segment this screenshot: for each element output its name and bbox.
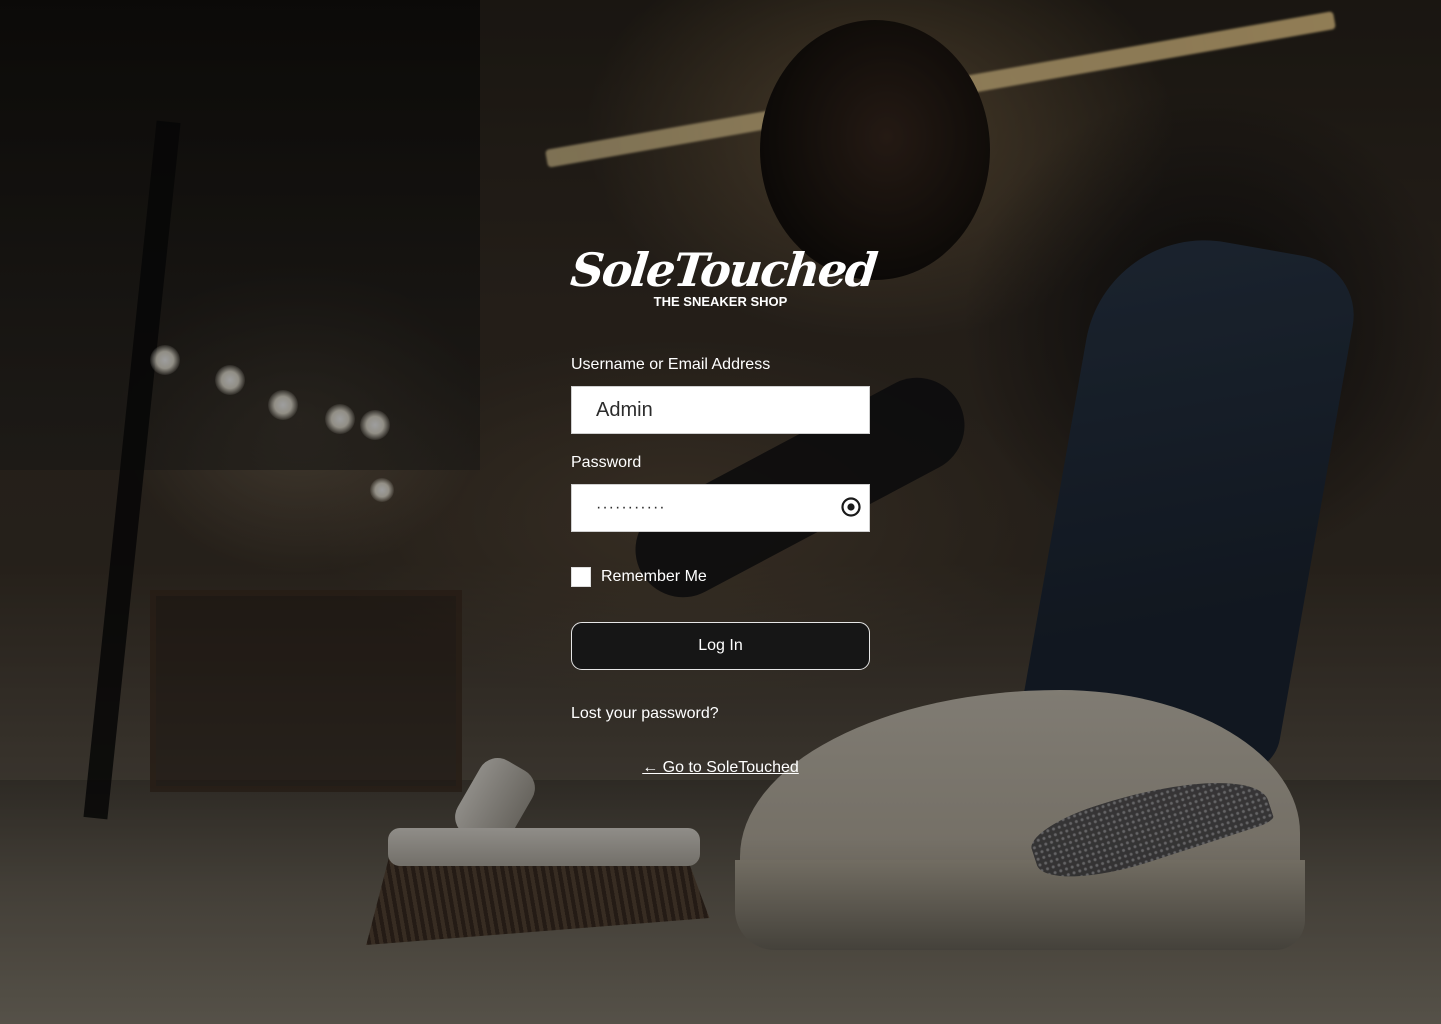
eye-icon[interactable] — [840, 496, 862, 518]
remember-checkbox[interactable] — [571, 567, 591, 587]
remember-label: Remember Me — [601, 568, 707, 585]
lost-password-link[interactable]: Lost your password? — [571, 705, 719, 723]
login-form: SoleTouched THE SNEAKER SHOP Username or… — [568, 240, 879, 776]
back-to-site-link[interactable]: ← Go to SoleTouched — [571, 759, 870, 777]
password-label: Password — [571, 454, 642, 471]
password-field[interactable]: ··········· — [571, 484, 870, 532]
username-label: Username or Email Address — [571, 356, 771, 373]
site-logo[interactable]: SoleTouched THE SNEAKER SHOP — [568, 240, 879, 320]
username-field[interactable]: Admin — [571, 386, 870, 434]
login-button[interactable]: Log In — [571, 622, 870, 670]
remember-me[interactable]: Remember Me — [571, 567, 707, 587]
logo-title: SoleTouched — [568, 243, 879, 297]
